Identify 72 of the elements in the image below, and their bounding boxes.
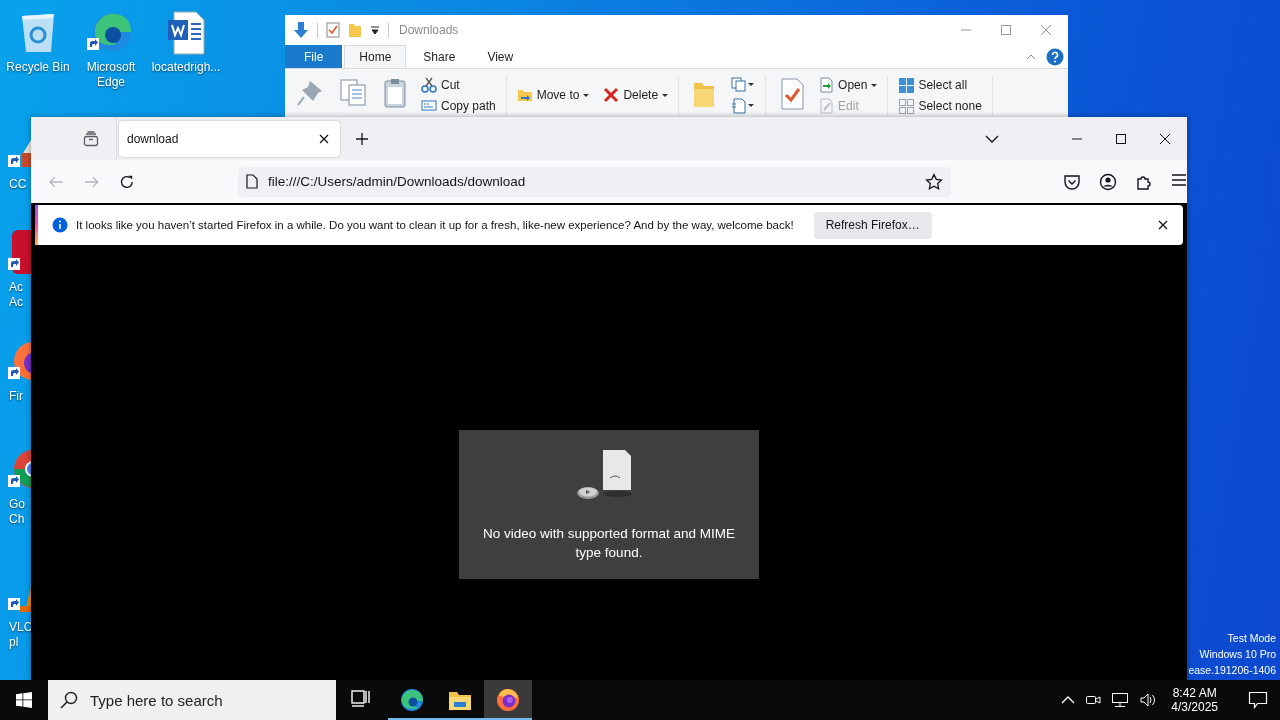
folder-arrow-icon xyxy=(516,87,533,103)
pocket-icon[interactable] xyxy=(1063,172,1081,191)
ribbon-tab[interactable]: Home xyxy=(344,45,407,68)
path-icon xyxy=(421,98,437,114)
ribbon-button[interactable]: Delete xyxy=(601,87,671,103)
tab-overview-icon[interactable] xyxy=(83,130,99,147)
file-menu-tab[interactable]: File xyxy=(285,45,343,68)
collapse-icon[interactable] xyxy=(1026,53,1036,60)
address-field[interactable]: file:///C:/Users/admin/Downloads/download xyxy=(237,166,951,197)
maximize-icon[interactable] xyxy=(1115,132,1127,145)
account-icon[interactable] xyxy=(1099,172,1117,191)
close-icon[interactable] xyxy=(1157,219,1169,231)
speaker-icon[interactable] xyxy=(1139,692,1158,708)
icon-label: CC xyxy=(9,177,27,192)
chevron-down-icon[interactable] xyxy=(985,134,999,143)
taskbar-app-button[interactable] xyxy=(484,680,532,720)
search-field[interactable]: Type here to search xyxy=(48,680,336,720)
icon-label: pl xyxy=(9,635,19,650)
icon-label: locatedrigh... xyxy=(151,60,221,75)
ribbon-button[interactable]: Open xyxy=(816,77,880,93)
system-notice-text: ease.191206-1406 xyxy=(1188,663,1276,678)
info-icon xyxy=(52,217,68,233)
icon-label: Microsoft xyxy=(86,60,136,75)
browser-logo-icon xyxy=(400,688,424,712)
download-arrow-icon[interactable] xyxy=(293,21,309,39)
close-icon[interactable] xyxy=(1159,132,1171,145)
checklist-icon[interactable] xyxy=(326,22,340,38)
network-icon[interactable] xyxy=(1111,692,1130,708)
grid-icon xyxy=(898,77,915,93)
windows-logo-icon xyxy=(16,692,32,708)
plus-icon[interactable] xyxy=(355,131,369,146)
browser-tab[interactable]: download xyxy=(119,120,340,157)
icon-label: Fir xyxy=(9,389,23,404)
chevron-up-icon[interactable] xyxy=(1061,696,1076,704)
error-message: No video with supported format and MIME type found. xyxy=(481,525,737,562)
ribbon-button[interactable]: Copy path xyxy=(419,98,498,114)
ribbon-tab[interactable]: Share xyxy=(408,45,471,68)
refresh-button[interactable]: Refresh Firefox… xyxy=(813,211,932,239)
close-icon[interactable] xyxy=(318,132,330,145)
ribbon-button[interactable]: Cut xyxy=(419,77,498,93)
acrobat-icon[interactable] xyxy=(8,228,31,276)
edit-icon xyxy=(818,98,835,114)
system-notice-text: Test Mode xyxy=(1227,631,1276,646)
ribbon-button[interactable]: Select all xyxy=(896,77,984,93)
reload-icon[interactable] xyxy=(119,173,135,190)
icon-label: Ac xyxy=(9,280,23,295)
ribbon-button[interactable]: Select none xyxy=(896,98,984,114)
notification-message: It looks like you haven’t started Firefox in a while. Do you want to clean it up for a fresh, like-new experience? And by the way, welcome back! xyxy=(76,219,794,231)
window-title: Downloads xyxy=(399,23,459,37)
menu-icon[interactable] xyxy=(1171,172,1187,187)
icon-label: Recycle Bin xyxy=(6,60,70,75)
open-icon xyxy=(818,77,835,93)
system-notice-text: Windows 10 Pro xyxy=(1199,647,1276,662)
notification-icon[interactable] xyxy=(1248,691,1268,709)
page-icon xyxy=(245,174,258,189)
star-icon[interactable] xyxy=(925,172,943,191)
firefox-icon xyxy=(496,688,520,712)
icon-label: Ac xyxy=(9,295,23,310)
ribbon-tab[interactable]: View xyxy=(472,45,529,68)
search-icon xyxy=(60,691,78,709)
clock-date[interactable]: 4/3/2025 xyxy=(1171,700,1218,714)
icon-label: Go xyxy=(9,497,25,512)
help-icon[interactable] xyxy=(1046,47,1064,66)
clock-time[interactable]: 8:42 AM xyxy=(1172,686,1217,700)
icon-label: Edge xyxy=(97,75,125,90)
grid-icon xyxy=(898,98,915,114)
icon-label: Ch xyxy=(9,512,25,527)
icon-label: VLC xyxy=(9,620,33,635)
delete-icon xyxy=(603,87,620,103)
dropdown-icon[interactable] xyxy=(370,25,380,35)
scissors-icon xyxy=(421,77,437,93)
ribbon-button[interactable]: Move to xyxy=(514,87,592,103)
